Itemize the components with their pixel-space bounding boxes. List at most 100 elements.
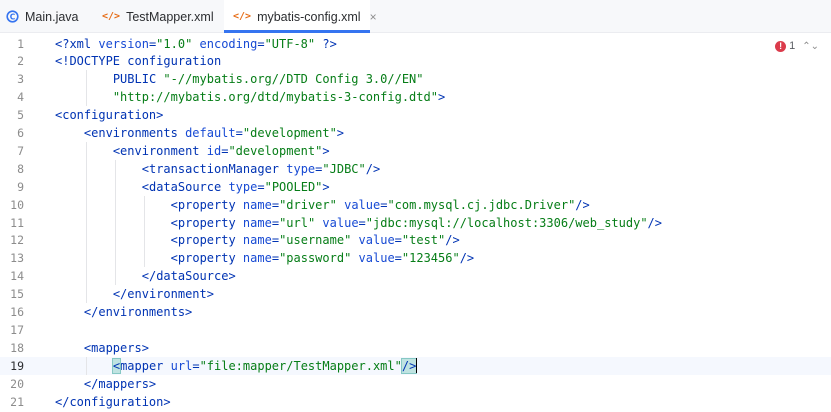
code-line[interactable]: 17 <box>0 321 831 339</box>
indent-guide <box>85 249 87 268</box>
code-line[interactable]: 13 <property name="password" value="12345… <box>0 249 831 268</box>
code-token: /> <box>445 233 460 248</box>
code-token: "file:mapper/TestMapper.xml" <box>199 358 402 373</box>
code-line[interactable]: 4 "http://mybatis.org/dtd/mybatis-3-confi… <box>0 88 831 107</box>
code-token: <property <box>170 215 243 230</box>
code-token: type <box>286 161 316 176</box>
code-line[interactable]: 15 </environment> <box>0 285 831 304</box>
line-number: 13 <box>10 251 24 266</box>
code-token: > <box>336 126 345 140</box>
code-text: <dataSource type="POOLED"> <box>142 178 330 196</box>
indent-guide <box>85 159 87 178</box>
code-token: "123456" <box>401 251 460 266</box>
code-token: mapper <box>120 358 171 373</box>
code-text: </environment> <box>113 285 214 303</box>
code-token: "password" <box>279 251 352 266</box>
code-text: </configuration> <box>55 393 171 411</box>
indent-guide <box>114 159 116 178</box>
code-token: </configuration> <box>55 394 171 409</box>
code-text: <mapper url="file:mapper/TestMapper.xml"… <box>111 357 418 375</box>
code-line[interactable]: 14 </dataSource> <box>0 267 831 286</box>
code-token: <transactionManager <box>141 161 287 176</box>
code-text: <property name="password" value="123456"… <box>171 249 474 267</box>
code-text: <?xml version="1.0" encoding="UTF-8" ?> <box>55 35 337 53</box>
code-token: > <box>322 143 330 158</box>
line-number: 16 <box>10 305 24 319</box>
tab-mybatis-config-xml[interactable]: </> mybatis-config.xml × <box>224 0 377 33</box>
xml-file-icon: </> <box>102 11 121 22</box>
code-line[interactable]: 3 PUBLIC "-//mybatis.org//DTD Config 3.0/… <box>0 70 831 89</box>
close-icon[interactable]: × <box>370 10 377 24</box>
code-token: "url" <box>279 215 316 230</box>
code-token: "jdbc:mysql://localhost:3306/web_study" <box>365 215 648 230</box>
code-token: id <box>206 143 222 158</box>
code-token: value <box>344 197 381 212</box>
inspection-widget[interactable]: ! 1 ⌃⌄ <box>775 40 819 52</box>
code-line[interactable]: 6 <environments default="development"> <box>0 124 831 142</box>
code-token: = <box>271 215 280 230</box>
code-token: = <box>271 197 280 212</box>
code-line[interactable]: 10 <property name="driver" value="com.mys… <box>0 195 831 214</box>
code-line[interactable]: 1 <?xml version="1.0" encoding="UTF-8" ?> <box>0 35 831 53</box>
line-number: 5 <box>17 108 24 123</box>
code-line[interactable]: 16 </environments> <box>0 303 831 321</box>
code-token: <environments <box>83 126 186 140</box>
indent-guide <box>85 285 87 304</box>
code-token: = <box>394 251 402 266</box>
code-token: name <box>242 251 272 266</box>
indent-guide <box>85 177 87 196</box>
code-token: "com.mysql.cj.jdbc.Driver" <box>387 197 576 212</box>
line-number: 19 <box>10 358 24 373</box>
code-token: name <box>242 233 272 248</box>
code-token: = <box>271 233 280 248</box>
indent-guide <box>114 177 116 196</box>
code-token: PUBLIC <box>112 72 164 87</box>
code-text: <property name="driver" value="com.mysql… <box>171 196 590 214</box>
svg-text:C: C <box>10 12 16 21</box>
line-number: 10 <box>10 197 24 212</box>
code-line[interactable]: 18 <mappers> <box>0 339 831 357</box>
code-line[interactable]: 20 </mappers> <box>0 375 831 393</box>
line-number: 12 <box>10 233 24 248</box>
code-token: "development" <box>228 143 323 158</box>
code-line[interactable]: 21 </configuration> <box>0 393 831 411</box>
code-token: value <box>358 251 395 266</box>
code-token: url <box>170 358 193 373</box>
code-line[interactable]: 11 <property name="url" value="jdbc:mysql… <box>0 213 831 232</box>
indent-guide <box>85 356 87 375</box>
line-number: 20 <box>10 376 24 391</box>
line-number: 3 <box>17 72 24 87</box>
code-line[interactable]: 9 <dataSource type="POOLED"> <box>0 177 831 196</box>
code-token: <?xml <box>55 36 99 51</box>
code-line[interactable]: 19 <mapper url="file:mapper/TestMapper.xm… <box>0 356 831 375</box>
code-token: = <box>271 251 280 266</box>
code-token: "1.0" <box>156 36 193 51</box>
code-text: <property name="username" value="test"/> <box>171 231 460 249</box>
code-text: <environment id="development"> <box>113 142 330 160</box>
chevron-navigation-icon[interactable]: ⌃⌄ <box>802 41 819 52</box>
code-token: "development" <box>242 126 337 140</box>
code-text: "http://mybatis.org/dtd/mybatis-3-config… <box>113 88 445 106</box>
code-line[interactable]: 7 <environment id="development"> <box>0 141 831 160</box>
code-token: <property <box>170 197 243 212</box>
code-token: <configuration> <box>55 108 164 123</box>
code-token: <!DOCTYPE configuration <box>55 54 222 69</box>
code-line[interactable]: 5 <configuration> <box>0 106 831 124</box>
indent-guide <box>114 231 116 250</box>
code-line[interactable]: 2 <!DOCTYPE configuration <box>0 52 831 70</box>
code-line[interactable]: 12 <property name="username" value="test"… <box>0 231 831 250</box>
code-token: name <box>242 197 272 212</box>
code-line[interactable]: 8 <transactionManager type="JDBC"/> <box>0 159 831 178</box>
line-number: 15 <box>10 287 24 302</box>
code-token: /> <box>400 357 418 374</box>
tab-testmapper-xml[interactable]: </> TestMapper.xml <box>102 0 222 33</box>
code-token: /> <box>365 161 381 176</box>
code-editor[interactable]: 1 <?xml version="1.0" encoding="UTF-8" ?>… <box>0 33 831 412</box>
code-text: <property name="url" value="jdbc:mysql:/… <box>171 214 662 232</box>
indent-guide <box>143 195 145 214</box>
code-token: /> <box>575 197 590 212</box>
tab-main-java[interactable]: C Main.java <box>6 0 92 33</box>
code-token: "POOLED" <box>264 179 323 194</box>
